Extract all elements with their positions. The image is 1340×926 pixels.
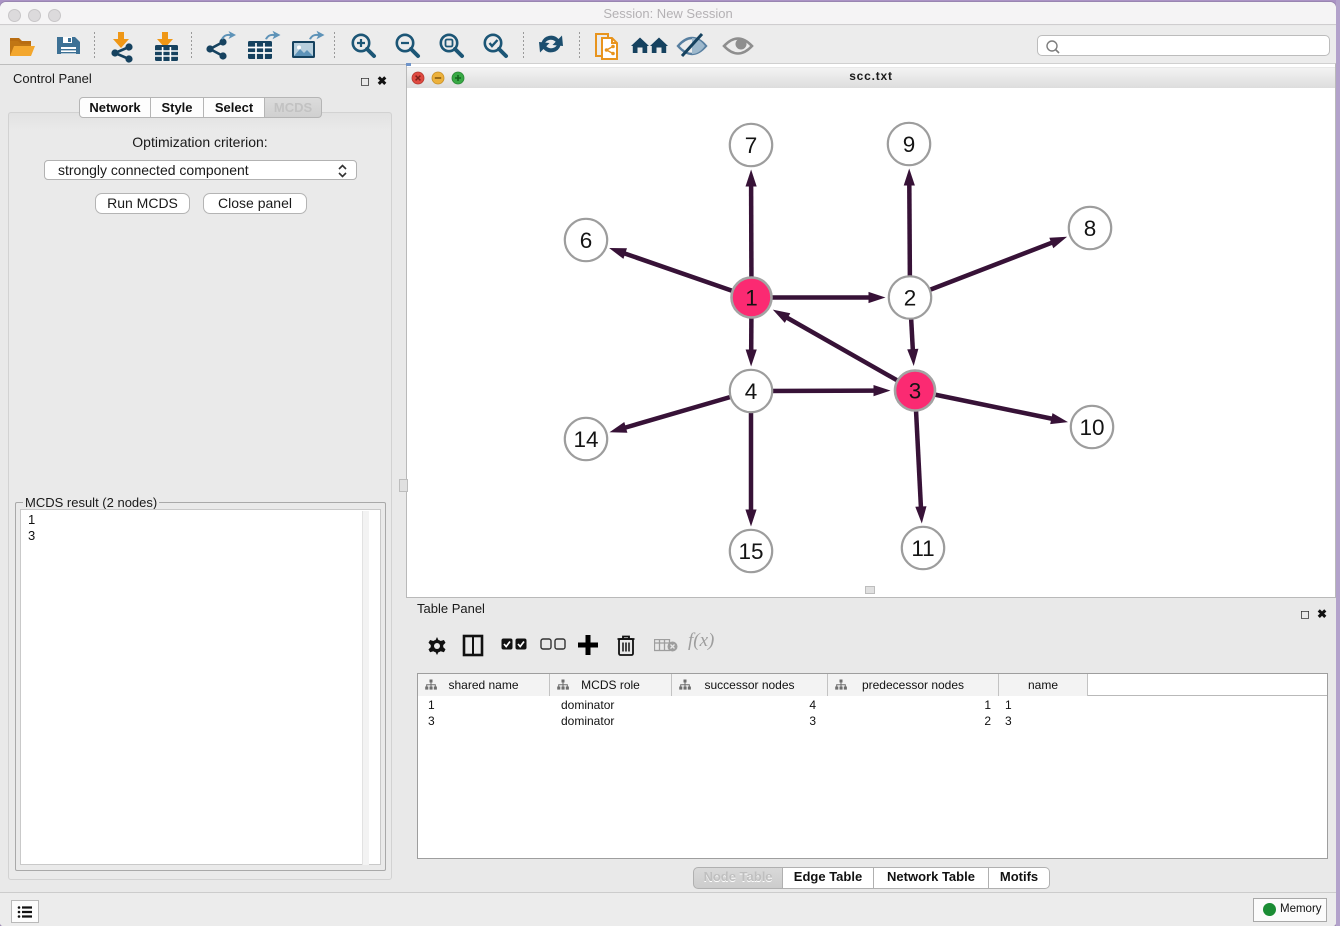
svg-text:15: 15 [738,539,763,564]
svg-text:7: 7 [745,133,758,158]
svg-text:8: 8 [1084,216,1097,241]
svg-text:3: 3 [909,379,922,404]
svg-text:11: 11 [911,536,934,561]
svg-text:14: 14 [573,427,598,452]
svg-text:9: 9 [903,132,916,157]
svg-text:6: 6 [580,228,593,253]
svg-text:2: 2 [904,286,917,311]
svg-text:4: 4 [745,379,758,404]
svg-text:1: 1 [745,286,758,311]
svg-text:10: 10 [1079,415,1104,440]
